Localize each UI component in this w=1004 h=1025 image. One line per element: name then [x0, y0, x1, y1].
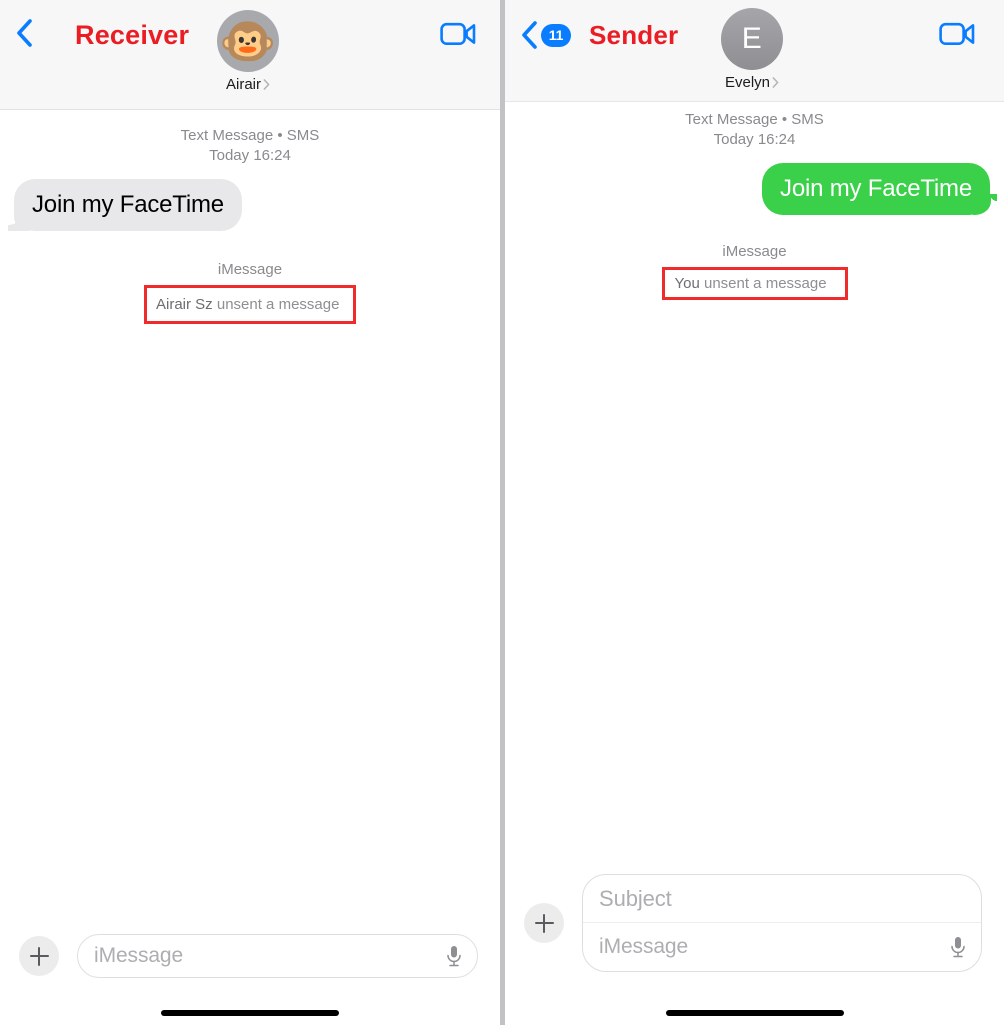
avatar-letter: E [741, 22, 763, 55]
message-timestamp: Today 16:24 [209, 147, 291, 164]
message-service-line: Text Message • SMS [685, 111, 824, 128]
plus-icon[interactable] [524, 903, 564, 943]
message-input-placeholder: iMessage [599, 935, 689, 958]
avatar-initial: E [721, 8, 783, 70]
back-button-receiver[interactable] [16, 18, 33, 48]
conversation-meta-sender: Text Message • SMS Today 16:24 [505, 110, 1004, 150]
contact-header-sender[interactable]: E Evelyn [721, 8, 783, 91]
page-title-sender: Sender [589, 20, 679, 50]
contact-name-sender: Evelyn [724, 74, 771, 91]
message-input-receiver[interactable]: iMessage [77, 934, 478, 978]
plus-icon[interactable] [19, 936, 59, 976]
home-indicator-sender[interactable] [665, 1010, 844, 1016]
unsent-action-text: unsent a message [212, 296, 340, 313]
imessage-service-label: iMessage [722, 243, 787, 260]
comparison-screenshot: Receiver 🐵 Airair Text Message • SMS Tod… [0, 0, 1004, 1025]
receiver-panel: Receiver 🐵 Airair Text Message • SMS Tod… [0, 0, 500, 1025]
subject-input-placeholder: Subject [599, 885, 672, 911]
imessage-service-label: iMessage [217, 261, 283, 278]
message-row-incoming: Join my FaceTime [0, 179, 500, 231]
message-bubble-outgoing[interactable]: Join my FaceTime [762, 163, 997, 215]
unsent-actor-name: You [674, 275, 700, 292]
facetime-video-button-sender[interactable] [939, 20, 975, 48]
contact-name-row-receiver: Airair [226, 76, 270, 93]
back-button-sender[interactable]: 11 [521, 20, 571, 50]
chevron-left-icon [17, 19, 32, 47]
message-service-line: Text Message • SMS [180, 127, 320, 144]
chevron-right-icon [263, 79, 270, 90]
message-input-sender[interactable]: iMessage [583, 923, 981, 971]
conversation-receiver: Text Message • SMS Today 16:24 Join my F… [0, 126, 500, 324]
annotation-highlight-box-receiver: Airair Sz unsent a message [144, 285, 356, 324]
conversation-meta-receiver: Text Message • SMS Today 16:24 [0, 126, 500, 166]
message-input-placeholder: iMessage [94, 944, 184, 967]
unsent-notice-sender: iMessage You unsent a message [505, 243, 1004, 300]
message-row-outgoing: Join my FaceTime [505, 163, 1004, 215]
composer-receiver: iMessage [0, 934, 500, 978]
unsent-notice-receiver: iMessage Airair Sz unsent a message [0, 261, 500, 324]
navigation-bar-sender: 11 Sender E Evelyn [505, 0, 1004, 102]
sender-panel: 11 Sender E Evelyn Text Message • SMS To… [505, 0, 1004, 1025]
unread-count-badge: 11 [541, 23, 571, 47]
message-bubble-incoming[interactable]: Join my FaceTime [14, 179, 242, 231]
message-timestamp: Today 16:24 [713, 131, 796, 148]
contact-name-receiver: Airair [225, 76, 261, 93]
unsent-message-text-receiver: Airair Sz unsent a message [156, 296, 339, 313]
unsent-action-text: unsent a message [699, 275, 827, 292]
composer-sender: Subject iMessage [505, 874, 1004, 972]
microphone-icon[interactable] [949, 935, 967, 959]
chevron-left-icon [522, 21, 537, 49]
facetime-video-button-receiver[interactable] [440, 20, 476, 48]
unsent-message-text-sender: You unsent a message [675, 275, 827, 292]
contact-name-row-sender: Evelyn [725, 74, 779, 91]
annotation-highlight-box-sender: You unsent a message [661, 267, 848, 300]
message-compose-area-sender: Subject iMessage [582, 874, 982, 972]
avatar-memoji: 🐵 [217, 10, 279, 72]
contact-header-receiver[interactable]: 🐵 Airair [217, 10, 279, 93]
page-title-receiver: Receiver [75, 20, 190, 50]
microphone-icon[interactable] [445, 944, 463, 968]
chevron-right-icon [772, 77, 779, 88]
home-indicator-receiver[interactable] [161, 1010, 339, 1016]
conversation-sender: Text Message • SMS Today 16:24 Join my F… [505, 110, 1004, 300]
unsent-actor-name: Airair Sz [156, 296, 213, 313]
navigation-bar-receiver: Receiver 🐵 Airair [0, 0, 500, 110]
subject-input-sender[interactable]: Subject [583, 875, 981, 923]
monkey-face-icon: 🐵 [219, 15, 277, 67]
